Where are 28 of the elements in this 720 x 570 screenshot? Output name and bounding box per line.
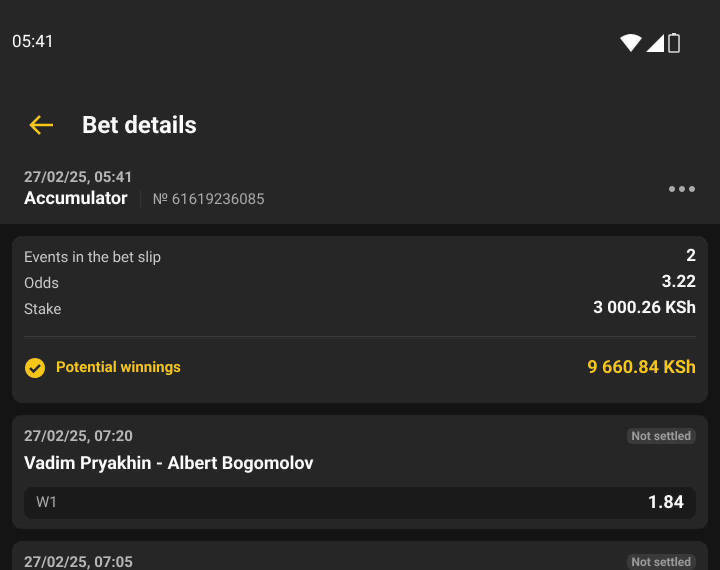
winnings-label: Potential winnings [56, 357, 181, 378]
status-badge: Not settled [626, 428, 696, 444]
wifi-icon [620, 34, 642, 52]
event-card[interactable]: 27/02/25, 07:05 Not settled [12, 540, 708, 570]
status-badge: Not settled [626, 554, 696, 570]
more-icon[interactable] [668, 185, 696, 193]
outcome-odds: 1.84 [648, 491, 684, 515]
signal-icon [646, 34, 664, 52]
summary-value: 2 [686, 245, 696, 268]
summary-label: Odds [24, 272, 59, 294]
summary-value: 3.22 [662, 271, 696, 294]
outcome-label: W1 [36, 492, 58, 514]
event-title: Vadim Pryakhin - Albert Bogomolov [24, 452, 315, 476]
back-arrow-icon[interactable] [28, 114, 54, 136]
summary-label: Events in the bet slip [24, 246, 162, 268]
bet-type: Accumulator [24, 187, 128, 211]
bet-number: № 61619236085 [152, 188, 264, 210]
event-card[interactable]: 27/02/25, 07:20 Not settled Vadim Pryakhin - Albert Bogomolov W1 1.84 [12, 415, 708, 528]
battery-icon [668, 32, 680, 52]
summary-value: 3 000.26 KSh [593, 297, 696, 320]
summary-label: Stake [24, 298, 62, 320]
check-circle-icon [24, 356, 46, 378]
event-date: 27/02/25, 07:05 [24, 552, 133, 570]
event-date: 27/02/25, 07:20 [24, 426, 133, 447]
page-title: Bet details [82, 110, 197, 141]
status-time: 05:41 [12, 30, 54, 54]
winnings-value: 9 660.84 KSh [587, 356, 696, 380]
bet-date: 27/02/25, 05:41 [24, 167, 134, 187]
